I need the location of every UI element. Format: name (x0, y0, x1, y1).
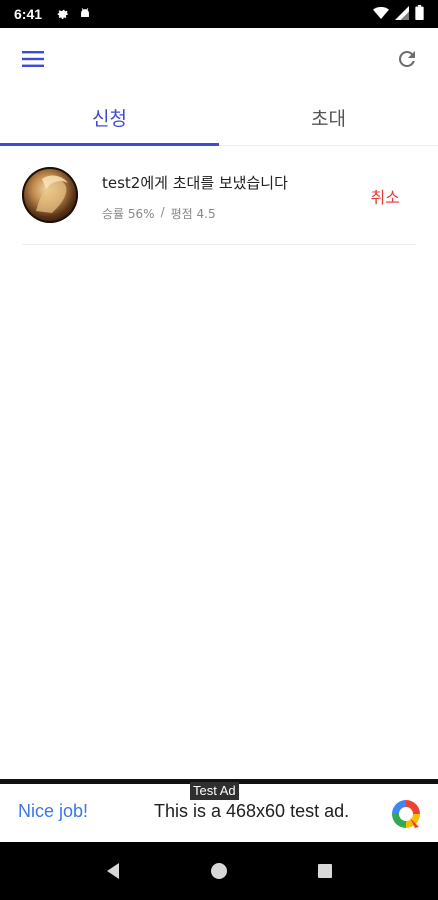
request-title: test2에게 초대를 보냈습니다 (102, 174, 288, 192)
ad-body-text[interactable]: This is a 468x60 test ad. (154, 801, 349, 822)
active-tab-indicator (0, 143, 219, 146)
ad-logo-icon[interactable] (390, 798, 422, 830)
app-screen: 6:41 신청 초대 test2에게 초대를 보냈습니다 승률 56% / 평점… (0, 0, 438, 900)
stats-separator: / (160, 205, 165, 219)
refresh-icon[interactable] (394, 46, 420, 72)
tab-bar: 신청 초대 (0, 90, 438, 146)
app-bar (0, 28, 438, 90)
status-bar: 6:41 (0, 0, 438, 28)
home-icon[interactable] (199, 851, 239, 891)
back-icon[interactable] (93, 851, 133, 891)
win-rate: 승률 56% (102, 207, 155, 221)
wifi-icon (373, 5, 389, 24)
system-nav-bar (0, 842, 438, 900)
avatar (22, 167, 78, 223)
status-right-icons (373, 4, 424, 24)
ad-headline[interactable]: Nice job! (18, 801, 88, 822)
status-left-icons (56, 5, 92, 24)
signal-icon (395, 5, 409, 24)
list-item: test2에게 초대를 보냈습니다 승률 56% / 평점 4.5 취소 (22, 147, 416, 245)
recents-icon[interactable] (305, 851, 345, 891)
tab-requests[interactable]: 신청 (0, 90, 219, 145)
gear-icon (56, 5, 70, 24)
tab-invitations-label: 초대 (311, 108, 346, 130)
tab-invitations[interactable]: 초대 (219, 90, 438, 145)
test-ad-badge: Test Ad (190, 782, 239, 800)
hamburger-menu-icon[interactable] (20, 46, 46, 72)
cancel-button[interactable]: 취소 (371, 184, 400, 208)
request-stats: 승률 56% / 평점 4.5 (102, 205, 216, 222)
status-time: 6:41 (14, 6, 43, 22)
android-debug-icon (78, 5, 92, 24)
request-list: test2에게 초대를 보냈습니다 승률 56% / 평점 4.5 취소 (22, 147, 416, 245)
tab-requests-label: 신청 (92, 108, 127, 130)
rating: 평점 4.5 (170, 207, 216, 221)
battery-icon (415, 4, 424, 24)
